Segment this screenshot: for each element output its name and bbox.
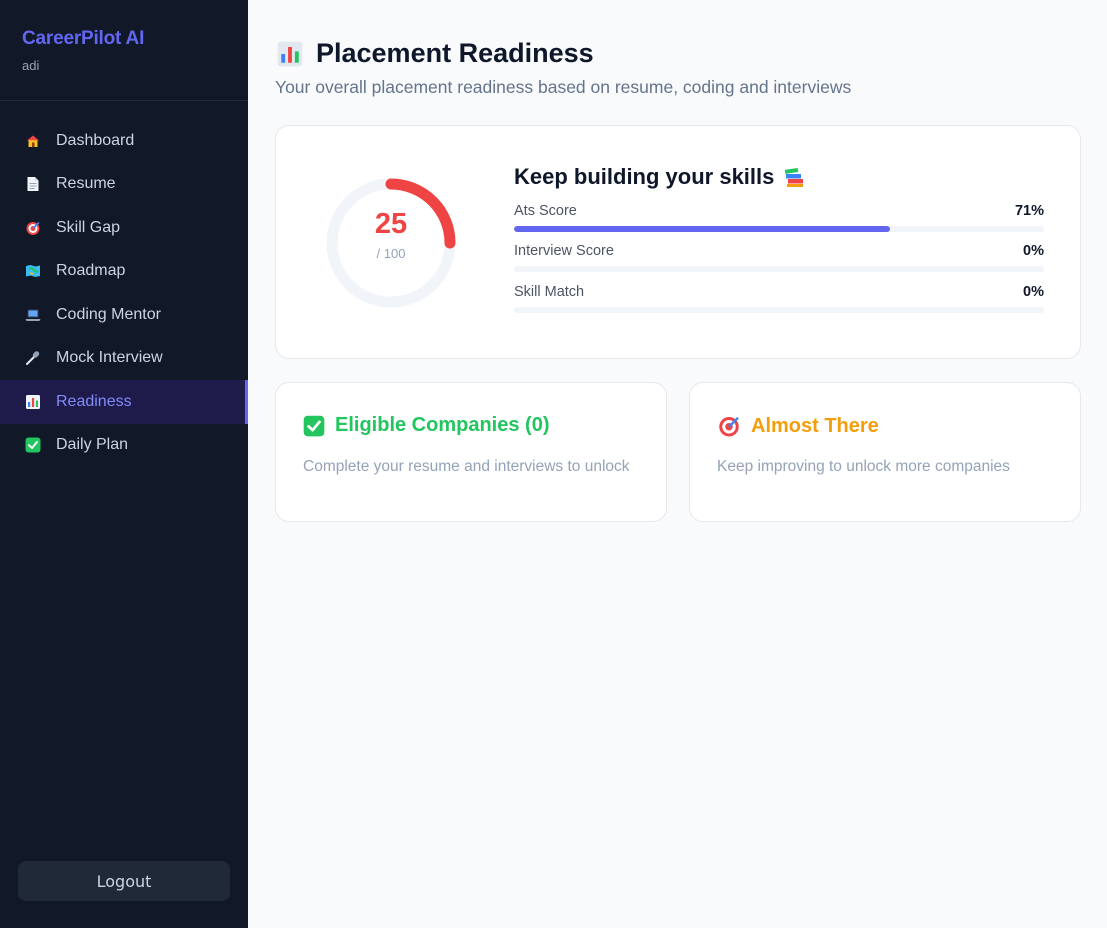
- sidebar-item-label: Daily Plan: [56, 436, 129, 454]
- skills-heading: Keep building your skills: [514, 164, 807, 190]
- sidebar-item-label: Skill Gap: [56, 218, 121, 236]
- metric-row: Ats Score 71%: [514, 201, 1044, 221]
- almost-there-card: Almost There Keep improving to unlock mo…: [689, 382, 1081, 522]
- chart-icon: [276, 40, 304, 68]
- sidebar-item-label: Resume: [56, 175, 116, 193]
- metric-row: Interview Score 0%: [514, 241, 1044, 261]
- progress-bar: [514, 266, 1044, 272]
- almost-there-text: Keep improving to unlock more companies: [717, 458, 1010, 475]
- metric-label: Skill Match: [514, 284, 585, 300]
- sidebar-item-mock-interview[interactable]: Mock Interview: [0, 337, 248, 381]
- brand: CareerPilot AI adi: [0, 0, 248, 101]
- metric-value: 0%: [1023, 284, 1044, 300]
- metric-interview-score: Interview Score 0%: [514, 241, 1044, 272]
- sidebar-item-readiness[interactable]: Readiness: [0, 380, 248, 424]
- page-title: Placement Readiness: [276, 38, 594, 69]
- laptop-icon: [24, 306, 42, 324]
- sidebar-item-coding-mentor[interactable]: Coding Mentor: [0, 293, 248, 337]
- checkmark-icon: [303, 415, 325, 437]
- sidebar-item-skill-gap[interactable]: Skill Gap: [0, 206, 248, 250]
- metric-ats-score: Ats Score 71%: [514, 201, 1044, 232]
- eligible-companies-text: Complete your resume and interviews to u…: [303, 458, 630, 475]
- almost-there-title: Almost There: [751, 414, 879, 437]
- chart-icon: [24, 393, 42, 411]
- metric-value: 0%: [1023, 243, 1044, 259]
- page-subtitle: Your overall placement readiness based o…: [275, 77, 852, 97]
- map-icon: [24, 262, 42, 280]
- books-icon: [783, 166, 807, 188]
- progress-bar: [514, 307, 1044, 313]
- microphone-icon: [24, 349, 42, 367]
- sidebar-item-dashboard[interactable]: Dashboard: [0, 119, 248, 163]
- sidebar-item-label: Dashboard: [56, 131, 135, 149]
- sidebar-item-daily-plan[interactable]: Daily Plan: [0, 424, 248, 468]
- sidebar-nav: Dashboard Resume Skill Gap Roadmap Codin…: [0, 119, 248, 467]
- readiness-gauge: [326, 178, 456, 308]
- sidebar-item-roadmap[interactable]: Roadmap: [0, 250, 248, 294]
- eligible-companies-heading: Eligible Companies (0): [303, 414, 549, 437]
- metric-skill-match: Skill Match 0%: [514, 282, 1044, 313]
- sidebar-item-label: Roadmap: [56, 262, 126, 280]
- sidebar-item-label: Readiness: [56, 392, 132, 410]
- skills-heading-text: Keep building your skills: [514, 164, 775, 189]
- metric-value: 71%: [1014, 203, 1044, 219]
- readiness-score: 25: [374, 208, 408, 240]
- logout-button[interactable]: Logout: [18, 861, 230, 901]
- sidebar: CareerPilot AI adi Dashboard Resume Skil…: [0, 0, 248, 928]
- user-name: adi: [22, 58, 40, 73]
- sidebar-item-resume[interactable]: Resume: [0, 163, 248, 207]
- progress-bar: [514, 226, 1044, 232]
- metric-row: Skill Match 0%: [514, 282, 1044, 302]
- eligible-companies-card: Eligible Companies (0) Complete your res…: [275, 382, 667, 522]
- sidebar-item-label: Mock Interview: [56, 349, 163, 367]
- house-icon: [24, 132, 42, 150]
- checkmark-icon: [24, 436, 42, 454]
- brand-title: CareerPilot AI: [22, 28, 145, 49]
- progress-bar-fill: [514, 226, 891, 232]
- almost-there-heading: Almost There: [717, 414, 879, 438]
- metric-label: Interview Score: [514, 243, 614, 259]
- readiness-score-max: / 100: [376, 246, 406, 261]
- readiness-score-card: 25 / 100 Keep building your skills Ats S…: [275, 125, 1081, 359]
- target-icon: [24, 219, 42, 237]
- main-content: Placement Readiness Your overall placeme…: [248, 0, 1107, 928]
- target-icon: [717, 414, 741, 438]
- eligible-companies-title: Eligible Companies (0): [335, 414, 550, 436]
- sidebar-item-label: Coding Mentor: [56, 305, 161, 323]
- page-title-text: Placement Readiness: [316, 38, 594, 68]
- metric-label: Ats Score: [514, 203, 577, 219]
- document-icon: [24, 175, 42, 193]
